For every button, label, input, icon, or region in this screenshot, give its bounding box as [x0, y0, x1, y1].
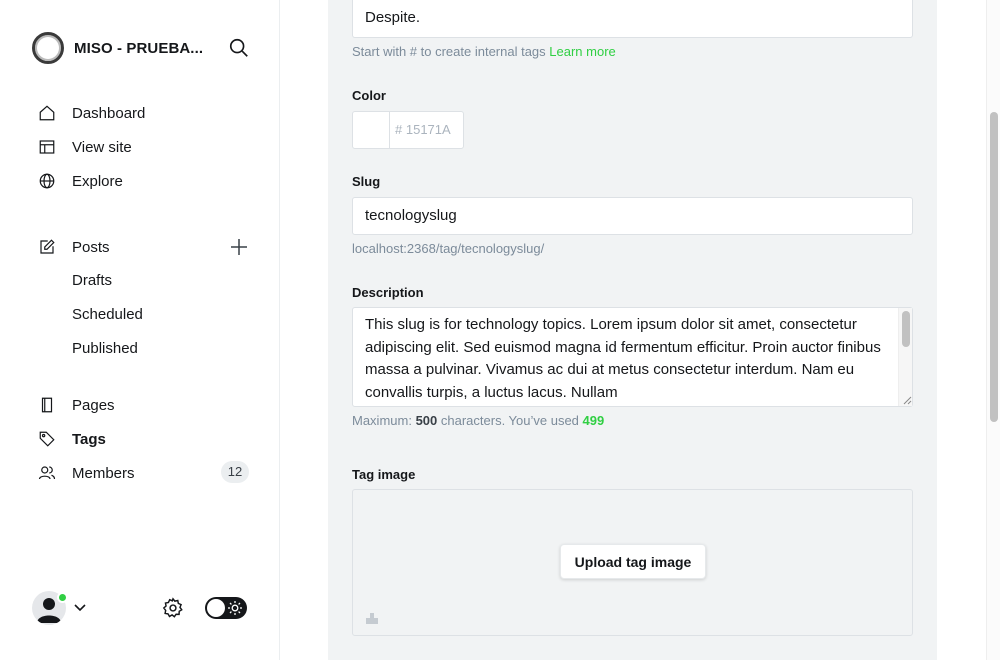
description-hint-mid: characters. You’ve used [437, 413, 583, 428]
nav-view-site-label: View site [72, 138, 132, 156]
nav-posts-label: Posts [72, 238, 110, 256]
tag-name-input[interactable]: Despite. [352, 0, 913, 38]
tag-name-hint: Start with # to create internal tags Lea… [352, 44, 616, 59]
tag-icon [39, 431, 55, 447]
nav-dashboard[interactable]: Dashboard [38, 101, 145, 125]
page-scrollbar[interactable] [986, 0, 1000, 660]
nav-explore[interactable]: Explore [38, 169, 123, 193]
description-max: 500 [415, 413, 438, 428]
site-logo [32, 32, 64, 64]
tag-name-hint-text: Start with # to create internal tags [352, 44, 550, 59]
members-count-badge: 12 [221, 461, 249, 483]
description-scrollbar[interactable] [898, 308, 912, 406]
main-content: Despite. Start with # to create internal… [280, 0, 986, 660]
color-hash: # [395, 122, 403, 137]
theme-toggle-knob [207, 599, 225, 617]
nav-dashboard-label: Dashboard [72, 104, 146, 122]
nav-scheduled[interactable]: Scheduled [72, 305, 143, 325]
description-used: 499 [582, 413, 605, 428]
sun-icon [228, 601, 242, 615]
site-name: MISO - PRUEBA... [74, 39, 204, 57]
search-icon[interactable] [228, 37, 250, 59]
nav-tags[interactable]: Tags [38, 427, 106, 451]
resize-handle-icon[interactable] [903, 396, 912, 405]
layout-icon [39, 140, 55, 154]
color-hex-input[interactable]: # 15171A [389, 111, 464, 149]
nav-pages[interactable]: Pages [38, 393, 115, 417]
description-label: Description [352, 285, 424, 300]
tag-image-label: Tag image [352, 467, 416, 482]
nav-published[interactable]: Published [72, 339, 138, 359]
pencil-square-icon [40, 239, 55, 254]
slug-url-hint: localhost:2368/tag/tecnologyslug/ [352, 241, 545, 256]
description-textarea[interactable]: This slug is for technology topics. Lore… [352, 307, 913, 407]
description-scroll-thumb[interactable] [902, 311, 910, 347]
nav-view-site[interactable]: View site [38, 135, 132, 159]
members-icon [38, 466, 56, 480]
pages-icon [41, 397, 53, 413]
slug-input[interactable]: tecnologyslug [352, 197, 913, 235]
nav-drafts[interactable]: Drafts [72, 271, 112, 291]
learn-more-link[interactable]: Learn more [549, 44, 615, 59]
nav-explore-label: Explore [72, 172, 123, 190]
nav-posts[interactable]: Posts [38, 235, 110, 259]
description-hint-prefix: Maximum: [352, 413, 416, 428]
globe-icon [39, 173, 55, 189]
tag-settings-panel: Despite. Start with # to create internal… [328, 0, 937, 660]
upload-tag-image-button[interactable]: Upload tag image [560, 544, 706, 579]
nav-members-label: Members [72, 464, 135, 482]
home-icon [39, 105, 55, 121]
online-status-dot [57, 592, 68, 603]
theme-toggle[interactable] [205, 597, 247, 619]
description-count-hint: Maximum: 500 characters. You’ve used 499 [352, 413, 604, 428]
color-label: Color [352, 88, 386, 103]
nav-tags-label: Tags [72, 430, 106, 448]
nav-members[interactable]: Members [38, 461, 135, 485]
color-swatch[interactable] [352, 111, 390, 149]
nav-pages-label: Pages [72, 396, 115, 414]
chevron-down-icon[interactable] [73, 601, 87, 615]
sidebar: MISO - PRUEBA... Dashboard View site Exp… [0, 0, 280, 660]
slug-label: Slug [352, 174, 381, 189]
page-scroll-thumb[interactable] [990, 112, 998, 422]
plus-icon[interactable] [229, 237, 249, 257]
gear-icon[interactable] [162, 597, 184, 619]
tag-image-dropzone[interactable]: Upload tag image [352, 489, 913, 636]
image-upload-icon[interactable] [364, 610, 380, 626]
site-brand[interactable]: MISO - PRUEBA... [32, 32, 250, 64]
color-hex-value: 15171A [405, 122, 451, 137]
